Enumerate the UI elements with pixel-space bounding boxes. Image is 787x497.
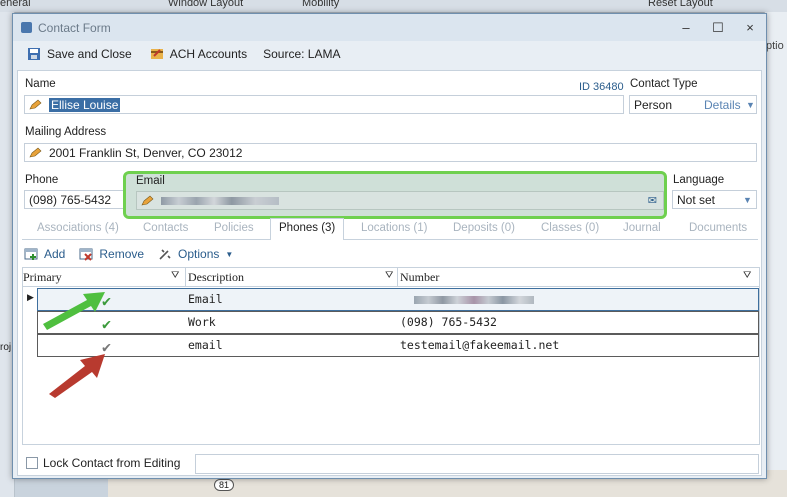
save-icon bbox=[28, 48, 40, 60]
ach-accounts-label: ACH Accounts bbox=[169, 47, 248, 61]
pencil-icon bbox=[141, 195, 154, 205]
table-row[interactable]: ✔ Email bbox=[37, 288, 759, 311]
mailing-address-label: Mailing Address bbox=[25, 126, 107, 138]
background-side-text: ptio bbox=[766, 40, 784, 52]
footer-bar: Lock Contact from Editing bbox=[22, 454, 759, 474]
footer-status-field bbox=[195, 454, 759, 474]
add-button[interactable]: Add bbox=[24, 247, 65, 261]
menu-window-layout[interactable]: Window Layout bbox=[168, 0, 243, 9]
background-menubar: eneral Window Layout Mobility Reset Layo… bbox=[0, 0, 787, 13]
add-label: Add bbox=[44, 247, 66, 261]
tab-policies[interactable]: Policies bbox=[214, 222, 254, 234]
table-row[interactable]: ✔ email testemail@fakeemail.net bbox=[37, 334, 759, 357]
grid-toolbar: Add Remove Options ▼ bbox=[22, 243, 760, 265]
redacted-number bbox=[414, 296, 534, 304]
filter-icon[interactable]: ⛛ bbox=[171, 270, 179, 281]
tab-deposits[interactable]: Deposits (0) bbox=[453, 222, 515, 234]
row-number: (098) 765-5432 bbox=[400, 315, 497, 329]
tab-locations[interactable]: Locations (1) bbox=[361, 222, 427, 234]
language-label: Language bbox=[673, 174, 725, 186]
contact-type-value: Person bbox=[634, 97, 673, 112]
mailing-address-field[interactable]: 2001 Franklin St, Denver, CO 23012 bbox=[24, 143, 757, 162]
email-compose-icon[interactable]: ✉ bbox=[648, 194, 657, 207]
contact-type-select[interactable]: Person Details ▼ bbox=[629, 95, 757, 114]
mailing-address-value: 2001 Franklin St, Denver, CO 23012 bbox=[49, 145, 243, 160]
lock-contact-checkbox[interactable] bbox=[26, 457, 38, 469]
green-arrow-icon bbox=[43, 292, 105, 330]
source-label: Source: LAMA bbox=[263, 47, 341, 61]
chevron-down-icon: ▼ bbox=[225, 249, 234, 259]
row-indicator-icon: ▶ bbox=[27, 292, 34, 302]
contact-form-window: Contact Form – ☐ × Save and Close ACH Ac… bbox=[12, 13, 767, 479]
options-icon bbox=[159, 249, 171, 260]
background-left-text: roj bbox=[0, 342, 12, 353]
save-and-close-button[interactable]: Save and Close bbox=[21, 43, 138, 65]
map-route-label: 81 bbox=[214, 479, 235, 491]
pencil-icon bbox=[29, 99, 42, 109]
toolbar: Save and Close ACH Accounts Source: LAMA bbox=[13, 41, 766, 67]
menu-reset-layout[interactable]: Reset Layout bbox=[648, 0, 713, 9]
phones-grid: Primary ⛛ Description ⛛ Number ⛛ ▶ ✔ Ema… bbox=[22, 267, 760, 445]
remove-label: Remove bbox=[99, 247, 145, 261]
table-row[interactable]: ✔ Work (098) 765-5432 bbox=[37, 311, 759, 334]
email-field[interactable]: ✉ bbox=[136, 191, 664, 210]
language-value: Not set bbox=[677, 192, 716, 207]
save-and-close-label: Save and Close bbox=[47, 47, 132, 61]
phone-field[interactable]: (098) 765-5432 bbox=[24, 190, 128, 209]
contact-form-icon bbox=[21, 22, 32, 33]
tab-associations[interactable]: Associations (4) bbox=[37, 222, 119, 234]
row-description: email bbox=[188, 338, 223, 352]
email-highlight: Email ✉ bbox=[123, 171, 667, 219]
tab-journal[interactable]: Journal bbox=[623, 222, 661, 234]
name-value: Ellise Louise bbox=[49, 97, 121, 112]
lock-contact-label: Lock Contact from Editing bbox=[43, 456, 181, 470]
ach-accounts-icon bbox=[150, 49, 163, 59]
chevron-down-icon: ▼ bbox=[746, 99, 755, 110]
background-right-panel: ptio bbox=[764, 12, 787, 497]
tab-phones[interactable]: Phones (3) bbox=[270, 218, 345, 240]
row-number: testemail@fakeemail.net bbox=[400, 338, 560, 352]
column-description[interactable]: Description bbox=[185, 268, 244, 286]
language-select[interactable]: Not set ▼ bbox=[672, 190, 757, 209]
menu-mobility[interactable]: Mobility bbox=[302, 0, 339, 9]
phone-value: (098) 765-5432 bbox=[29, 192, 112, 207]
filter-icon[interactable]: ⛛ bbox=[743, 270, 751, 281]
column-number[interactable]: Number bbox=[397, 268, 439, 286]
red-arrow-icon bbox=[49, 354, 105, 398]
row-description: Work bbox=[188, 315, 216, 329]
options-label: Options bbox=[178, 247, 220, 261]
pencil-icon bbox=[29, 147, 42, 157]
add-row-icon bbox=[24, 248, 38, 260]
tab-classes[interactable]: Classes (0) bbox=[541, 222, 599, 234]
remove-row-icon bbox=[79, 248, 93, 261]
filter-icon[interactable]: ⛛ bbox=[385, 270, 393, 281]
ach-accounts-button[interactable]: ACH Accounts bbox=[144, 43, 253, 65]
contact-type-label: Contact Type bbox=[630, 78, 698, 90]
minimize-button[interactable]: – bbox=[670, 20, 702, 36]
contact-details-panel: Name ID 36480 Ellise Louise Contact Type… bbox=[17, 70, 762, 476]
details-link[interactable]: Details bbox=[704, 98, 741, 112]
name-label: Name bbox=[25, 78, 56, 90]
tab-documents[interactable]: Documents bbox=[689, 222, 747, 234]
email-value-redacted bbox=[161, 196, 279, 205]
contact-id: ID 36480 bbox=[579, 81, 624, 93]
name-field[interactable]: Ellise Louise bbox=[24, 95, 624, 114]
email-label: Email bbox=[136, 175, 165, 187]
chevron-down-icon: ▼ bbox=[743, 194, 752, 205]
phone-label: Phone bbox=[25, 174, 59, 186]
column-primary[interactable]: Primary bbox=[23, 270, 62, 285]
title-bar: Contact Form – ☐ × bbox=[13, 14, 766, 41]
grid-header: Primary ⛛ Description ⛛ Number ⛛ bbox=[23, 268, 759, 287]
tab-contacts[interactable]: Contacts bbox=[143, 222, 188, 234]
window-title: Contact Form bbox=[38, 20, 111, 35]
tab-strip: Associations (4) Contacts Policies Phone… bbox=[22, 218, 758, 240]
close-button[interactable]: × bbox=[734, 20, 766, 36]
remove-button[interactable]: Remove bbox=[79, 247, 144, 261]
row-description: Email bbox=[188, 292, 223, 306]
options-button[interactable]: Options ▼ bbox=[158, 247, 233, 261]
maximize-button[interactable]: ☐ bbox=[702, 20, 734, 36]
menu-general[interactable]: eneral bbox=[0, 0, 31, 9]
